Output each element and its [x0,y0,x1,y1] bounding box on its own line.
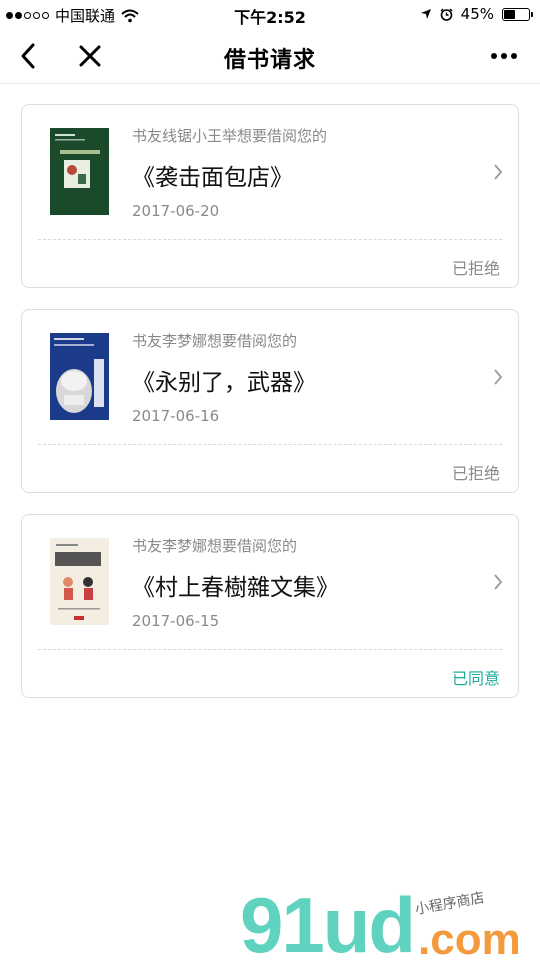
battery-icon [502,7,533,21]
battery-level [504,9,515,19]
book-title: 《村上春樹雜文集》 [132,575,339,601]
requester-text: 书友李梦娜想要借阅您的 [132,332,298,350]
borrow-request-card[interactable]: 书友李梦娜想要借阅您的 《村上春樹雜文集》 2017-06-15 已同意 [21,514,519,698]
status-bar-right: 45% [420,5,533,23]
carrier-label: 中国联通 [55,7,116,25]
book-cover-image [50,128,109,215]
chevron-right-icon [494,574,503,590]
request-date: 2017-06-16 [132,407,220,425]
request-date: 2017-06-20 [132,202,220,220]
borrow-request-card[interactable]: 书友线锯小王举想要借阅您的 《袭击面包店》 2017-06-20 已拒绝 [21,104,519,288]
more-dots-icon [491,53,497,59]
divider [38,444,502,445]
back-button[interactable] [12,40,44,72]
battery-percentage: 45% [460,5,494,23]
book-title: 《永别了，武器》 [132,370,316,396]
request-info: 书友李梦娜想要借阅您的 《永别了，武器》 2017-06-16 [132,330,316,425]
requester-text: 书友线锯小王举想要借阅您的 [132,127,328,145]
location-arrow-icon [420,9,431,19]
status-bar-left: 中国联通 [6,5,139,26]
more-menu-button[interactable] [486,44,522,68]
book-title: 《袭击面包店》 [132,165,293,191]
book-cover-image [50,333,109,420]
wifi-icon [121,9,139,22]
borrow-request-card[interactable]: 书友李梦娜想要借阅您的 《永别了，武器》 2017-06-16 已拒绝 [21,309,519,493]
watermark-logo: 91ud .com 小程序商店 [240,878,540,960]
svg-text:小程序商店: 小程序商店 [414,890,486,918]
divider [38,239,502,240]
back-arrow-icon [21,43,35,69]
divider [38,649,502,650]
page: 中国联通 下午2:52 45% 借书请求 书友线锯小王举想要借阅您的 《袭击面包… [0,0,540,960]
requester-text: 书友李梦娜想要借阅您的 [132,537,298,555]
status-label: 已拒绝 [451,259,500,278]
request-info: 书友李梦娜想要借阅您的 《村上春樹雜文集》 2017-06-15 [132,535,339,630]
navigation-bar: 借书请求 [0,28,540,84]
svg-text:.com: .com [418,915,521,960]
chevron-right-icon [494,369,503,385]
status-bar: 中国联通 下午2:52 45% [0,0,540,28]
chevron-right-icon [494,164,503,180]
status-label: 已同意 [451,669,500,688]
book-cover-image [50,538,109,625]
status-label: 已拒绝 [451,464,500,483]
request-date: 2017-06-15 [132,612,220,630]
signal-strength-icon [6,12,49,19]
request-info: 书友线锯小王举想要借阅您的 《袭击面包店》 2017-06-20 [132,125,327,220]
svg-text:91ud: 91ud [240,881,414,960]
close-icon [79,45,101,67]
alarm-clock-icon [440,8,453,21]
close-button[interactable] [74,40,106,72]
